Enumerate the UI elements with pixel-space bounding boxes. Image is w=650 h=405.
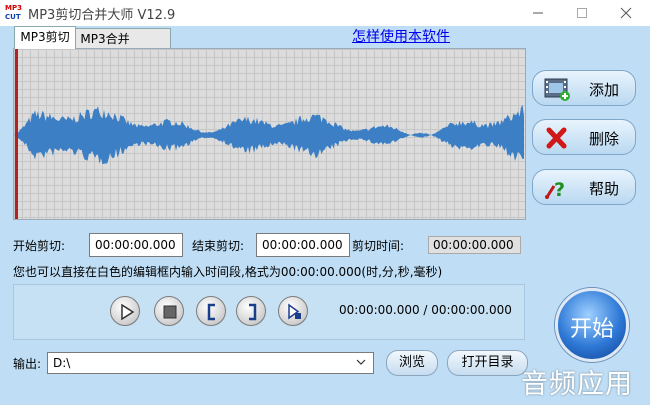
waveform-view[interactable] [13,48,526,220]
tab-mp3-merge[interactable]: MP3合并 [75,28,171,50]
help-button-label: 帮助 [589,180,620,198]
tab-mp3-cut[interactable]: MP3剪切 [14,26,76,49]
playhead-marker[interactable] [15,49,18,219]
minimize-icon [533,12,543,14]
delete-button-label: 删除 [589,130,620,148]
start-button[interactable]: 开始 [555,288,629,362]
mp3-cut-logo-icon: MP3 CUT [4,2,24,22]
delete-button[interactable]: 删除 [532,119,636,155]
maximize-button[interactable] [560,0,604,26]
svg-text:?: ? [554,179,565,201]
start-button-label: 开始 [569,317,614,342]
play-button[interactable] [110,296,140,326]
end-cut-label: 结束剪切: [192,239,245,253]
svg-text:MP3: MP3 [5,4,22,12]
play-selection-icon [288,303,301,320]
format-hint: 您也可以直接在白色的编辑框内输入时间段,格式为00:00:00.000(时,分,… [13,265,443,279]
mark-end-button[interactable] [236,296,266,326]
play-icon [121,303,135,321]
film-add-icon [544,78,570,101]
help-question-icon: ? [545,179,565,201]
output-path-value: D:\ [53,356,71,370]
add-button-label: 添加 [589,81,620,99]
close-button[interactable] [604,0,648,26]
how-to-use-link[interactable]: 怎样使用本软件 [352,26,450,46]
red-x-icon [546,127,567,149]
end-time-field[interactable]: 00:00:00.000 [256,233,350,257]
output-label: 输出: [13,357,42,371]
waveform-shape [14,104,524,164]
cut-duration-label: 剪切时间: [352,239,405,253]
play-selection-button[interactable] [278,296,308,326]
chevron-down-icon [356,359,366,365]
stop-icon [163,305,177,319]
mark-start-button[interactable] [196,296,226,326]
start-cut-label: 开始剪切: [13,239,66,253]
main-panel: MP3剪切 MP3合并 怎样使用本软件 添加 删除 ? 帮助 开始剪切: 00:… [0,26,650,405]
browse-button[interactable]: 浏览 [386,350,438,376]
watermark-text: 音频应用 [521,369,633,400]
open-directory-button[interactable]: 打开目录 [447,350,528,376]
minimize-button[interactable] [516,0,560,26]
start-time-field[interactable]: 00:00:00.000 [89,233,183,257]
playback-time-display: 00:00:00.000 / 00:00:00.000 [339,303,512,317]
add-button[interactable]: 添加 [532,70,636,106]
help-button[interactable]: ? 帮助 [532,169,636,205]
mark-end-icon [249,303,257,321]
output-path-select[interactable]: D:\ [47,352,374,374]
transport-bar: 00:00:00.000 / 00:00:00.000 [13,284,525,340]
mark-start-icon [207,303,215,321]
waveform-graph [14,104,524,164]
maximize-icon [577,8,587,18]
window-title: MP3剪切合并大师 V12.9 [28,8,176,23]
close-icon [620,7,632,19]
svg-text:CUT: CUT [5,13,21,21]
stop-button[interactable] [154,296,184,326]
cut-duration-value: 00:00:00.000 [428,236,521,254]
title-bar: MP3 CUT MP3剪切合并大师 V12.9 [0,0,650,26]
